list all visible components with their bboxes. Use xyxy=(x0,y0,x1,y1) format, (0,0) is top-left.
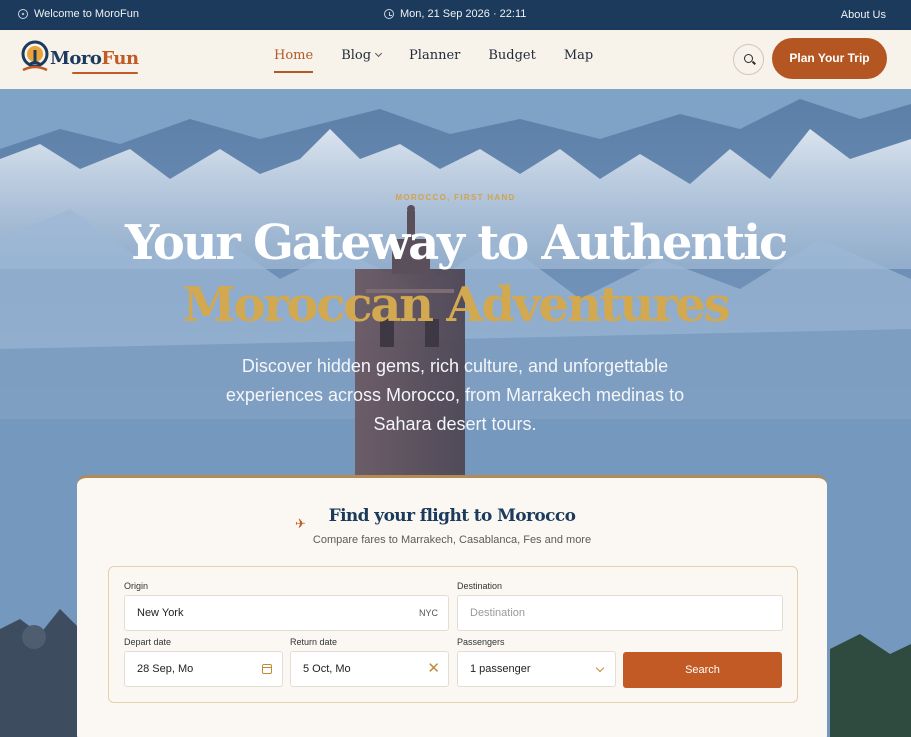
top-bar: Welcome to MoroFun Mon, 21 Sep 2026 · 22… xyxy=(0,0,911,30)
flight-search-form: Origin New York NYC Destination Destinat… xyxy=(108,566,798,703)
main-nav: MoroFun Home Blog Planner Budget Map Pla… xyxy=(0,30,911,89)
nav-item-planner[interactable]: Planner xyxy=(409,48,460,69)
depart-date-field[interactable]: 28 Sep, Mo xyxy=(124,651,283,687)
search-button[interactable] xyxy=(733,44,764,75)
destination-label: Destination xyxy=(457,581,503,591)
welcome-group: Welcome to MoroFun xyxy=(18,8,139,20)
flight-search-button[interactable]: Search xyxy=(623,652,782,688)
datetime-text: Mon, 21 Sep 2026 · 22:11 xyxy=(400,8,527,20)
hero-subtitle: Discover hidden gems, rich culture, and … xyxy=(225,356,685,434)
nav-item-map[interactable]: Map xyxy=(564,48,593,69)
clock-icon xyxy=(384,9,394,19)
origin-label: Origin xyxy=(124,581,149,591)
search-icon-handle xyxy=(752,60,756,65)
hero-title-line1: Your Gateway to Authentic xyxy=(124,215,788,271)
welcome-text: Welcome to MoroFun xyxy=(34,8,139,20)
calendar-icon[interactable] xyxy=(262,664,272,674)
hero: MOROCCO, FIRST HAND Your Gateway to Auth… xyxy=(0,89,911,737)
flight-card-subtitle: Compare fares to Marrakech, Casablanca, … xyxy=(312,534,592,546)
hero-eyebrow: MOROCCO, FIRST HAND xyxy=(395,193,516,202)
hero-title-line2: Moroccan Adventures xyxy=(182,277,731,333)
return-date-value: 5 Oct, Mo xyxy=(303,663,351,675)
chevron-down-icon xyxy=(375,49,383,58)
logo-swoosh xyxy=(72,72,138,74)
plan-trip-button[interactable]: Plan Your Trip xyxy=(772,38,887,79)
return-date-label: Return date xyxy=(290,637,338,647)
datetime-group: Mon, 21 Sep 2026 · 22:11 xyxy=(384,8,526,20)
origin-value: New York xyxy=(137,607,184,619)
depart-date-value: 28 Sep, Mo xyxy=(137,663,194,675)
flight-search-card: ✈ Find your flight to Morocco Compare fa… xyxy=(77,475,827,737)
nav-menu: Home Blog Planner Budget Map xyxy=(274,48,621,73)
nav-item-blog[interactable]: Blog xyxy=(341,48,383,69)
nav-item-home[interactable]: Home xyxy=(274,48,314,73)
nav-item-blog-label: Blog xyxy=(341,48,372,63)
passengers-value: 1 passenger xyxy=(470,663,531,675)
logo[interactable]: MoroFun xyxy=(20,40,139,76)
nav-item-budget[interactable]: Budget xyxy=(488,48,536,69)
clear-icon[interactable]: ✕ xyxy=(427,652,440,686)
logo-mark-icon xyxy=(21,40,49,72)
depart-date-label: Depart date xyxy=(124,637,172,647)
destination-field[interactable]: Destination xyxy=(457,595,783,631)
passengers-select[interactable]: 1 passenger xyxy=(457,651,616,687)
brand-name: MoroFun xyxy=(50,48,139,69)
brand-part1: Moro xyxy=(50,47,102,69)
origin-field[interactable]: New York NYC xyxy=(124,595,449,631)
passengers-label: Passengers xyxy=(457,637,505,647)
chevron-down-icon xyxy=(595,663,605,673)
about-us-link[interactable]: About Us xyxy=(841,9,886,21)
flight-card-title: Find your flight to Morocco xyxy=(328,506,576,526)
brand-part2: Fun xyxy=(101,47,139,69)
return-date-field[interactable]: 5 Oct, Mo ✕ xyxy=(290,651,449,687)
destination-placeholder: Destination xyxy=(470,607,526,619)
card-title-row: Find your flight to Morocco xyxy=(77,506,827,526)
origin-code: NYC xyxy=(418,608,438,618)
compass-icon xyxy=(18,9,28,19)
